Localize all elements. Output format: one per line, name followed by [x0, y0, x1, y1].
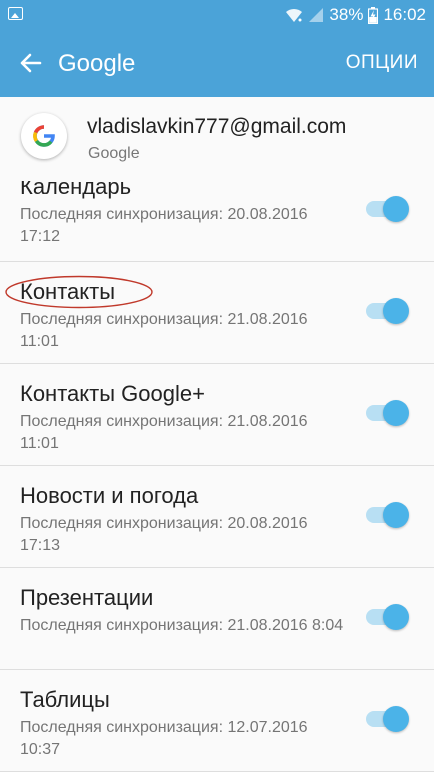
sync-item-status: Последняя синхронизация: 21.08.2016 11:0…: [20, 413, 308, 452]
sync-item-status: Последняя синхронизация: 12.07.2016 10:3…: [20, 719, 308, 758]
wifi-icon: [286, 8, 303, 22]
page-title: Google: [58, 50, 136, 77]
sync-item-status: Последняя синхронизация: 20.08.2016 17:1…: [20, 515, 308, 554]
google-g-icon: [33, 125, 55, 147]
sync-toggle[interactable]: [366, 502, 412, 528]
sync-toggle[interactable]: [366, 298, 412, 324]
account-provider: Google: [88, 145, 140, 162]
sync-item-contacts-google-plus[interactable]: Контакты Google+ Последняя синхронизация…: [0, 363, 434, 466]
sync-toggle[interactable]: [366, 604, 412, 630]
sync-list[interactable]: Календарь Последняя синхронизация: 20.08…: [0, 181, 434, 772]
sync-toggle[interactable]: [366, 706, 412, 732]
sync-item-title: Календарь: [20, 181, 132, 199]
account-email: vladislavkin777@gmail.com: [87, 115, 347, 138]
back-arrow-icon[interactable]: [14, 46, 48, 80]
sync-toggle[interactable]: [366, 196, 412, 222]
gallery-notification-icon: [8, 7, 23, 20]
sync-item-status: Последняя синхронизация: 21.08.2016 8:04: [20, 617, 344, 634]
sync-toggle[interactable]: [366, 400, 412, 426]
sync-item-status: Последняя синхронизация: 20.08.2016 17:1…: [20, 206, 308, 245]
app-bar: Google ОПЦИИ: [0, 30, 434, 97]
battery-percent: 38%: [329, 5, 364, 24]
highlight-ellipse: [5, 275, 153, 309]
sync-item-news-weather[interactable]: Новости и погода Последняя синхронизация…: [0, 465, 434, 568]
sync-item-calendar[interactable]: Календарь Последняя синхронизация: 20.08…: [0, 181, 434, 262]
sync-item-spreadsheets[interactable]: Таблицы Последняя синхронизация: 12.07.2…: [0, 669, 434, 772]
sync-item-title: Таблицы: [20, 687, 110, 712]
battery-charging-icon: [368, 6, 379, 24]
options-button[interactable]: ОПЦИИ: [346, 52, 418, 74]
signal-icon: [309, 8, 324, 22]
status-bar: 38% 16:02: [0, 0, 434, 30]
sync-item-title: Новости и погода: [20, 483, 199, 508]
sync-item-title: Презентации: [20, 585, 154, 610]
account-header: vladislavkin777@gmail.com Google: [0, 97, 434, 182]
sync-item-presentations[interactable]: Презентации Последняя синхронизация: 21.…: [0, 567, 434, 670]
sync-item-title: Контакты Google+: [20, 381, 205, 406]
sync-item-status: Последняя синхронизация: 21.08.2016 11:0…: [20, 311, 308, 350]
google-logo: [21, 113, 67, 159]
clock: 16:02: [383, 5, 426, 24]
